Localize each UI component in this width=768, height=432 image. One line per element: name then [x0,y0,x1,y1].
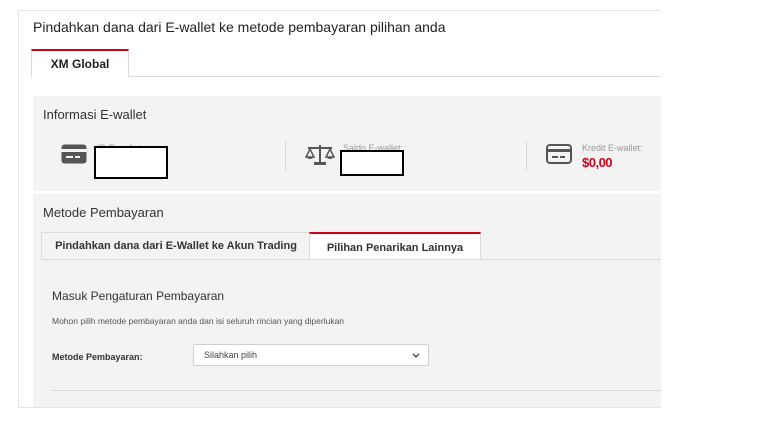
payment-method-title: Metode Pembayaran [43,205,164,220]
payment-method-tabs: Pindahkan dana dari E-Wallet ke Akun Tra… [41,232,661,261]
tab-other-withdrawal[interactable]: Pilihan Penarikan Lainnya [309,232,481,261]
info-divider [285,141,286,171]
payment-method-field-label: Metode Pembayaran: [52,352,143,362]
panel-title: Masuk Pengaturan Pembayaran [52,289,225,303]
panel-description: Mohon pilih metode pembayaran anda dan i… [52,316,345,326]
info-divider [526,141,527,171]
payment-settings-panel: Masuk Pengaturan Pembayaran Mohon pilih … [41,259,661,407]
payment-method-section: Metode Pembayaran Pindahkan dana dari E-… [33,194,661,407]
ewallet-credit-item: Kredit E-wallet: $0,00 [546,140,661,176]
page-title: Pindahkan dana dari E-wallet ke metode p… [33,19,446,35]
card-icon [61,144,87,169]
ewallet-credit-label: Kredit E-wallet: [582,143,643,153]
main-frame: Pindahkan dana dari E-wallet ke metode p… [18,10,661,408]
payment-method-select-value: Silahkan pilih [204,350,258,360]
chevron-down-icon [412,351,420,361]
ewallet-id-redacted [94,146,168,179]
credit-card-icon [546,144,572,169]
ewallet-id-item: ID E-wallet: [61,140,211,179]
ewallet-credit-value: $0,00 [582,155,613,170]
payment-method-select[interactable]: Silahkan pilih [193,344,429,366]
tab-transfer-to-trading[interactable]: Pindahkan dana dari E-Wallet ke Akun Tra… [41,232,311,259]
ewallet-info-title: Informasi E-wallet [43,107,147,122]
scale-icon [304,144,336,171]
tab-xm-global[interactable]: XM Global [31,49,129,77]
ewallet-balance-item: Saldo E-wallet: [304,140,455,176]
ewallet-balance-redacted [340,150,404,176]
account-tabs: XM Global [31,49,661,77]
panel-divider [52,390,661,391]
ewallet-info-section: Informasi E-wallet ID E-wallet: [33,96,661,191]
